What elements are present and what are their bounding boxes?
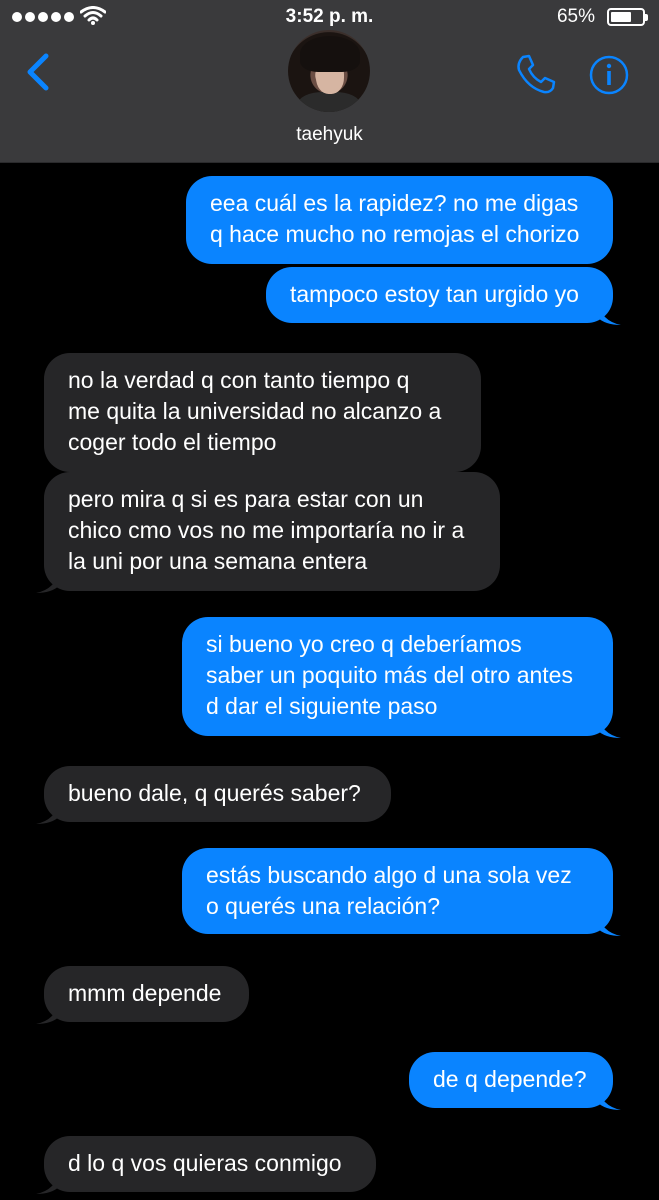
message-text: pero mira q si es para estar con un xyxy=(68,486,424,512)
bubble-tail xyxy=(36,569,60,593)
message-text: estás buscando algo d una sola vez xyxy=(206,862,572,888)
message-text: d dar el siguiente paso xyxy=(206,693,438,719)
contact-name[interactable]: taehyuk xyxy=(0,124,659,146)
message-text: o querés una relación? xyxy=(206,893,440,919)
message-bubble-incoming[interactable]: no la verdad q con tanto tiempo q me qui… xyxy=(44,353,481,472)
message-bubble-outgoing[interactable]: eea cuál es la rapidez? no me digas q ha… xyxy=(186,176,613,264)
message-text: no la verdad q con tanto tiempo q xyxy=(68,367,410,393)
contact-avatar[interactable] xyxy=(288,30,370,112)
message-text: mmm depende xyxy=(68,980,222,1006)
bubble-tail xyxy=(597,714,621,738)
chevron-left-icon xyxy=(27,53,49,91)
message-text: saber un poquito más del otro antes xyxy=(206,662,573,688)
battery-icon xyxy=(607,8,648,26)
message-bubble-outgoing[interactable]: si bueno yo creo q deberíamos saber un p… xyxy=(182,617,621,738)
info-button[interactable] xyxy=(588,54,630,96)
battery-level xyxy=(611,12,631,22)
message-bubble-outgoing[interactable]: de q depende? xyxy=(409,1052,621,1110)
info-icon xyxy=(589,55,629,95)
back-button[interactable] xyxy=(22,52,58,92)
message-text: me quita la universidad no alcanzo a xyxy=(68,398,442,424)
call-button[interactable] xyxy=(514,52,558,96)
message-text: si bueno yo creo q deberíamos xyxy=(206,631,522,657)
status-bar: 3:52 p. m. 65% xyxy=(0,0,659,34)
message-text: chico cmo vos no me importaría no ir a xyxy=(68,517,465,543)
message-bubble-incoming[interactable]: pero mira q si es para estar con un chic… xyxy=(36,472,500,593)
message-text: bueno dale, q querés saber? xyxy=(68,780,361,806)
battery-percent: 65% xyxy=(556,6,595,27)
bubble-tail xyxy=(597,301,621,325)
message-bubble-outgoing[interactable]: tampoco estoy tan urgido yo xyxy=(266,267,621,325)
message-text: la uni por una semana entera xyxy=(68,548,368,574)
bubble-tail xyxy=(36,1000,60,1024)
message-bubble-outgoing[interactable]: estás buscando algo d una sola vez o que… xyxy=(182,848,621,936)
phone-icon xyxy=(517,54,556,94)
conversation-header: 3:52 p. m. 65% taehyuk xyxy=(0,0,659,163)
message-text: d lo q vos quieras conmigo xyxy=(68,1150,342,1176)
bubble-tail xyxy=(36,800,60,824)
message-text: de q depende? xyxy=(433,1066,587,1092)
message-text: eea cuál es la rapidez? no me digas xyxy=(210,190,579,216)
message-bubble-incoming[interactable]: bueno dale, q querés saber? xyxy=(36,766,391,824)
message-bubble-incoming[interactable]: mmm depende xyxy=(36,966,249,1024)
message-text: coger todo el tiempo xyxy=(68,429,277,455)
message-text: tampoco estoy tan urgido yo xyxy=(290,281,579,307)
message-text: q hace mucho no remojas el chorizo xyxy=(210,221,580,247)
bubble-tail xyxy=(36,1170,60,1194)
message-bubble-incoming[interactable]: d lo q vos quieras conmigo xyxy=(36,1136,376,1194)
bubble-tail xyxy=(597,1086,621,1110)
bubble-tail xyxy=(597,912,621,936)
